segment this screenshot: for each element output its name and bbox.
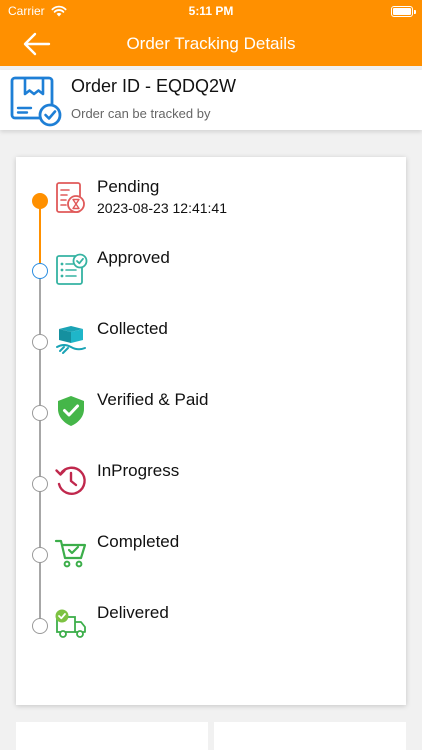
timeline-step-collected: Collected xyxy=(16,319,406,379)
timeline-step-pending: Pending 2023-08-23 12:41:41 xyxy=(16,177,406,237)
timeline-step-completed: Completed xyxy=(16,532,406,592)
order-id: Order ID - EQDQ2W xyxy=(71,76,237,96)
step-status-dot xyxy=(32,618,48,634)
step-label: Delivered xyxy=(97,603,169,622)
status-bar: Carrier 5:11 PM xyxy=(0,0,422,22)
step-timestamp: 2023-08-23 12:41:41 xyxy=(97,200,227,216)
step-label: Verified & Paid xyxy=(97,390,209,409)
step-status-dot xyxy=(32,405,48,421)
timeline-step-inprogress: InProgress xyxy=(16,461,406,521)
step-label: Completed xyxy=(97,532,180,551)
bottom-card-right xyxy=(214,722,406,750)
step-status-dot xyxy=(32,334,48,350)
step-status-dot xyxy=(32,547,48,563)
clock: 5:11 PM xyxy=(188,4,234,18)
order-package-icon xyxy=(10,76,62,127)
timeline-step-delivered: Delivered xyxy=(16,603,406,663)
pending-doc-icon xyxy=(56,182,85,213)
timeline-step-verified-paid: Verified & Paid xyxy=(16,390,406,450)
verified-shield-icon xyxy=(58,396,84,426)
step-status-dot xyxy=(32,193,48,209)
page-title: Order Tracking Details xyxy=(126,34,296,53)
step-status-dot xyxy=(32,263,48,279)
bottom-card-left xyxy=(16,722,208,750)
tracking-timeline-card: Pending 2023-08-23 12:41:41 Approved Col… xyxy=(16,157,406,705)
completed-cart-icon xyxy=(54,539,87,568)
nav-bar: Order Tracking Details xyxy=(0,22,422,66)
step-label: Collected xyxy=(97,319,168,338)
step-label: Approved xyxy=(97,248,170,267)
order-tracking-subtitle: Order can be tracked by xyxy=(71,106,211,121)
step-label: Pending xyxy=(97,177,160,196)
step-status-dot xyxy=(32,476,48,492)
order-summary-card: Order ID - EQDQ2W Order can be tracked b… xyxy=(0,70,422,130)
in-progress-clock-icon xyxy=(55,466,86,495)
collected-box-icon xyxy=(56,326,86,354)
step-label: InProgress xyxy=(97,461,180,480)
timeline-step-approved: Approved xyxy=(16,248,406,308)
battery-icon xyxy=(391,6,416,17)
approved-checklist-icon xyxy=(56,253,88,285)
delivered-truck-icon xyxy=(55,609,86,638)
